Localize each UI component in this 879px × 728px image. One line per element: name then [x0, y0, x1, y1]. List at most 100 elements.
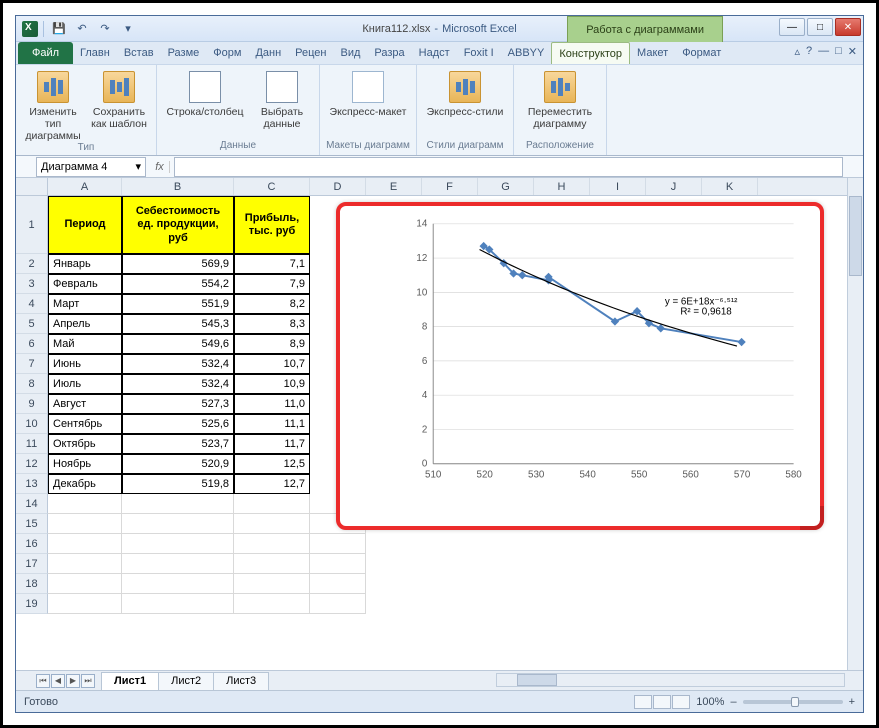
sheet-nav-next-icon[interactable]: ▶	[66, 674, 80, 688]
tab-insert[interactable]: Встав	[117, 42, 161, 64]
cell-A4[interactable]: Март	[48, 294, 122, 314]
cell-C14[interactable]	[234, 494, 310, 514]
cell-C2[interactable]: 7,1	[234, 254, 310, 274]
row-header-1[interactable]: 1	[16, 196, 48, 254]
workbook-max-icon[interactable]: □	[835, 45, 842, 58]
col-header-K[interactable]: K	[702, 178, 758, 195]
row-header-15[interactable]: 15	[16, 514, 48, 534]
cell-C10[interactable]: 11,1	[234, 414, 310, 434]
cell-B7[interactable]: 532,4	[122, 354, 234, 374]
quick-styles-button[interactable]: Экспресс-стили	[423, 69, 507, 118]
switch-row-column-button[interactable]: Строка/столбец	[163, 69, 247, 118]
cell-A16[interactable]	[48, 534, 122, 554]
tab-data[interactable]: Данн	[248, 42, 288, 64]
col-header-F[interactable]: F	[422, 178, 478, 195]
quick-layout-button[interactable]: Экспресс-макет	[326, 69, 410, 118]
zoom-thumb[interactable]	[791, 697, 799, 707]
cell-B1[interactable]: Себестоимость ед. продукции, руб	[122, 196, 234, 254]
cell-A15[interactable]	[48, 514, 122, 534]
cell-B10[interactable]: 525,6	[122, 414, 234, 434]
cell-C16[interactable]	[234, 534, 310, 554]
vscroll-thumb[interactable]	[849, 196, 862, 276]
cell-C5[interactable]: 8,3	[234, 314, 310, 334]
formula-input[interactable]	[174, 157, 843, 177]
tab-abbyy[interactable]: ABBYY	[501, 42, 552, 64]
cell-C13[interactable]: 12,7	[234, 474, 310, 494]
tab-addins[interactable]: Надст	[412, 42, 457, 64]
tab-review[interactable]: Рецен	[288, 42, 333, 64]
zoom-slider[interactable]	[743, 700, 843, 704]
row-header-19[interactable]: 19	[16, 594, 48, 614]
cell-C3[interactable]: 7,9	[234, 274, 310, 294]
cell-C7[interactable]: 10,7	[234, 354, 310, 374]
col-header-G[interactable]: G	[478, 178, 534, 195]
row-header-16[interactable]: 16	[16, 534, 48, 554]
cell-B13[interactable]: 519,8	[122, 474, 234, 494]
ribbon-minimize-icon[interactable]: ▵	[794, 45, 800, 58]
cell-A6[interactable]: Май	[48, 334, 122, 354]
name-box[interactable]: Диаграмма 4 ▾	[36, 157, 146, 177]
col-header-D[interactable]: D	[310, 178, 366, 195]
cell-A18[interactable]	[48, 574, 122, 594]
row-header-4[interactable]: 4	[16, 294, 48, 314]
cell-A14[interactable]	[48, 494, 122, 514]
horizontal-scrollbar[interactable]	[496, 673, 845, 687]
col-header-B[interactable]: B	[122, 178, 234, 195]
cell-A1[interactable]: Период	[48, 196, 122, 254]
cell-B19[interactable]	[122, 594, 234, 614]
cell-B11[interactable]: 523,7	[122, 434, 234, 454]
view-buttons[interactable]	[634, 695, 690, 709]
row-header-13[interactable]: 13	[16, 474, 48, 494]
row-header-2[interactable]: 2	[16, 254, 48, 274]
row-header-10[interactable]: 10	[16, 414, 48, 434]
help-icon[interactable]: ?	[806, 45, 812, 58]
cell-B4[interactable]: 551,9	[122, 294, 234, 314]
tab-design[interactable]: Конструктор	[551, 42, 630, 64]
vertical-scrollbar[interactable]	[847, 178, 863, 670]
cell-B18[interactable]	[122, 574, 234, 594]
zoom-out-icon[interactable]: –	[730, 696, 736, 708]
cell-A11[interactable]: Октябрь	[48, 434, 122, 454]
row-header-17[interactable]: 17	[16, 554, 48, 574]
row-header-9[interactable]: 9	[16, 394, 48, 414]
col-header-A[interactable]: A	[48, 178, 122, 195]
col-header-H[interactable]: H	[534, 178, 590, 195]
sheet-nav-last-icon[interactable]: ⏭	[81, 674, 95, 688]
tab-pagelayout[interactable]: Разме	[161, 42, 207, 64]
cell-B8[interactable]: 532,4	[122, 374, 234, 394]
select-data-button[interactable]: Выбрать данные	[251, 69, 313, 130]
close-button[interactable]: ✕	[835, 18, 861, 36]
save-icon[interactable]: 💾	[49, 20, 69, 38]
tab-developer[interactable]: Разра	[367, 42, 411, 64]
sheet-nav-prev-icon[interactable]: ◀	[51, 674, 65, 688]
col-header-J[interactable]: J	[646, 178, 702, 195]
cell-B15[interactable]	[122, 514, 234, 534]
col-header-E[interactable]: E	[366, 178, 422, 195]
hscroll-thumb[interactable]	[517, 674, 557, 686]
workbook-close-icon[interactable]: ✕	[848, 45, 857, 58]
cell-B12[interactable]: 520,9	[122, 454, 234, 474]
cell-B17[interactable]	[122, 554, 234, 574]
tab-foxit[interactable]: Foxit I	[457, 42, 501, 64]
cell-C9[interactable]: 11,0	[234, 394, 310, 414]
redo-icon[interactable]: ↷	[95, 20, 115, 38]
sheet-tab-3[interactable]: Лист3	[213, 672, 269, 690]
cell-A5[interactable]: Апрель	[48, 314, 122, 334]
zoom-in-icon[interactable]: +	[849, 696, 855, 708]
row-header-12[interactable]: 12	[16, 454, 48, 474]
row-header-14[interactable]: 14	[16, 494, 48, 514]
move-chart-button[interactable]: Переместить диаграмму	[520, 69, 600, 130]
tab-layout[interactable]: Макет	[630, 42, 675, 64]
sheet-tab-2[interactable]: Лист2	[158, 672, 214, 690]
save-as-template-button[interactable]: Сохранить как шаблон	[88, 69, 150, 130]
cell-C4[interactable]: 8,2	[234, 294, 310, 314]
minimize-button[interactable]: —	[779, 18, 805, 36]
row-header-3[interactable]: 3	[16, 274, 48, 294]
tab-format[interactable]: Формат	[675, 42, 728, 64]
sheet-tab-1[interactable]: Лист1	[101, 672, 159, 690]
cell-C18[interactable]	[234, 574, 310, 594]
select-all-corner[interactable]	[16, 178, 48, 195]
cell-B5[interactable]: 545,3	[122, 314, 234, 334]
cell-A9[interactable]: Август	[48, 394, 122, 414]
embedded-chart[interactable]: 02468101214510520530540550560570580y = 6…	[336, 202, 824, 530]
